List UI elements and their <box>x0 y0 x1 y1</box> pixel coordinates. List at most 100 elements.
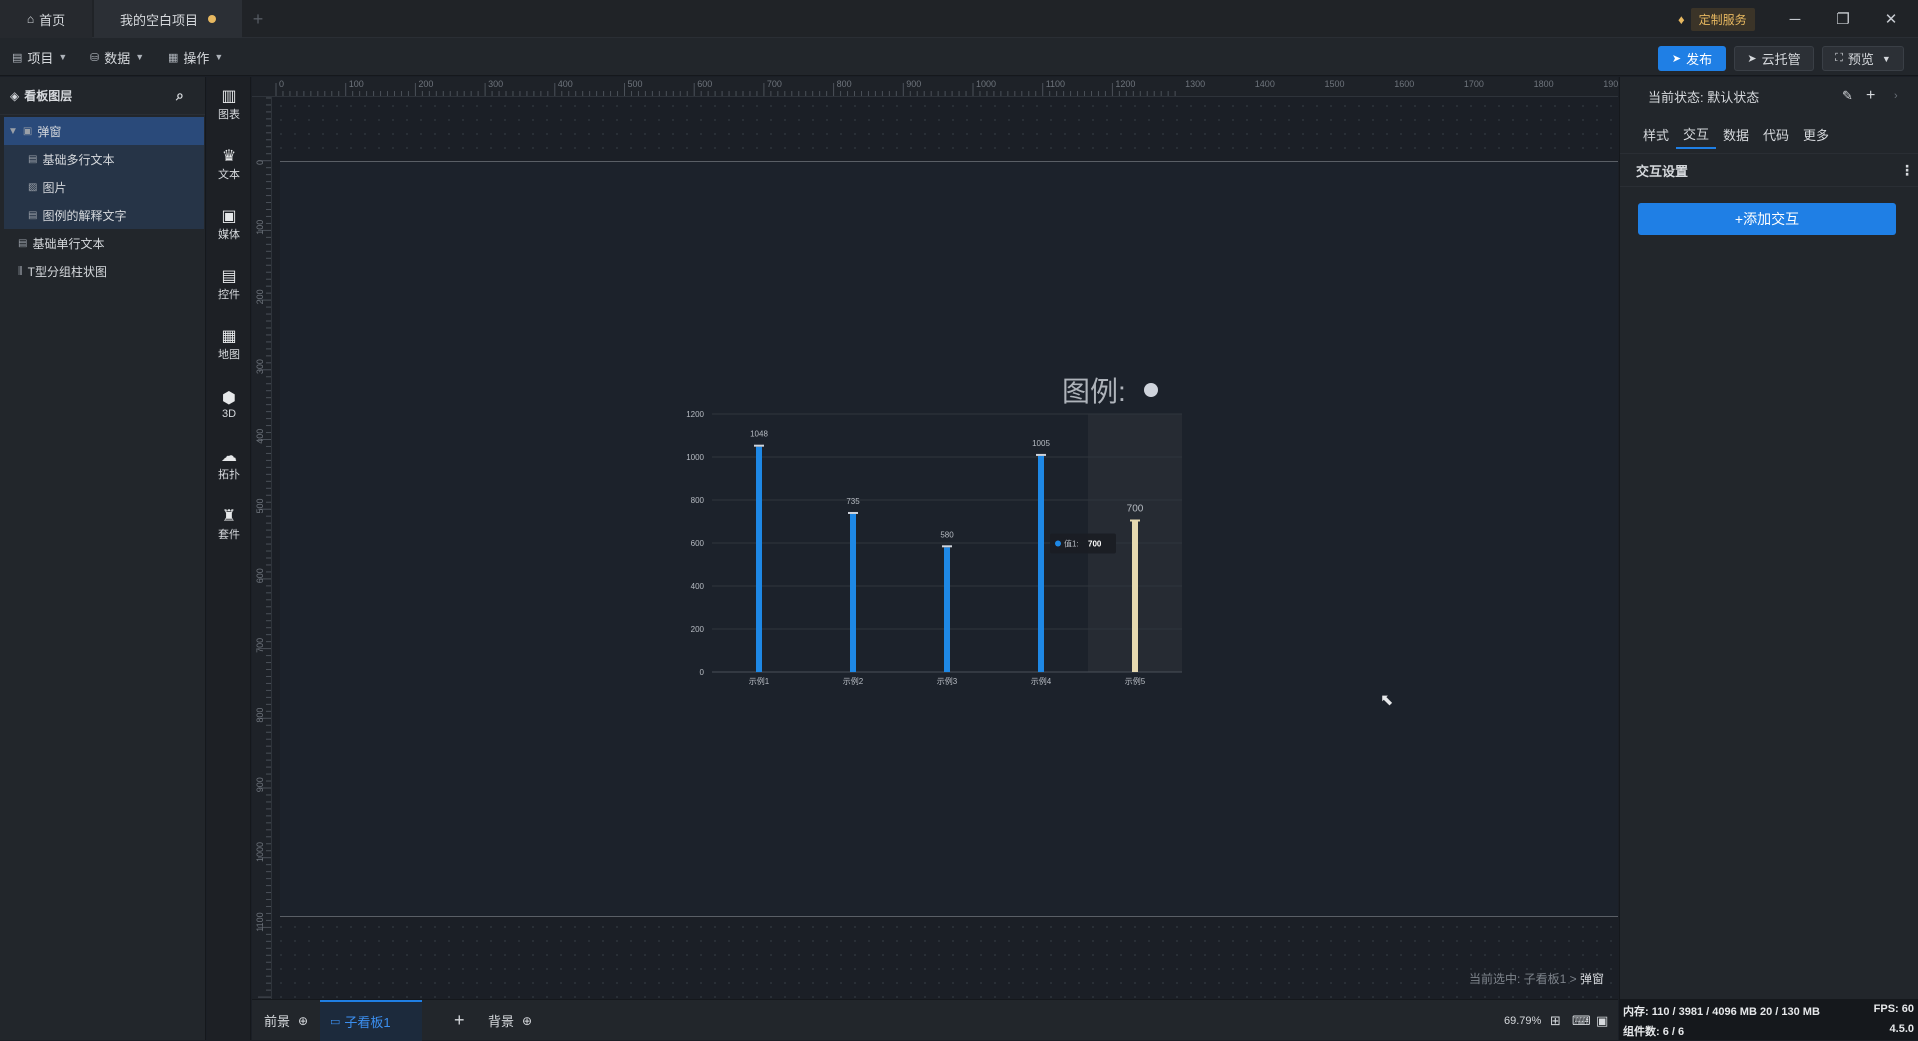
chevron-down-icon[interactable]: ▼ <box>1882 54 1891 64</box>
ruler-label: 0 <box>279 79 284 89</box>
tab-foreground[interactable]: 前景 ⊕ <box>264 1000 308 1041</box>
bar[interactable] <box>756 446 762 672</box>
layer-label: 基础单行文本 <box>32 236 105 251</box>
layer-item-image[interactable]: ▨ 图片 <box>4 173 204 201</box>
plus-icon[interactable]: + <box>1866 87 1875 105</box>
search-icon[interactable]: ⌕ <box>176 87 184 104</box>
layer-label: 弹窗 <box>37 124 62 139</box>
tab-home[interactable]: ⌂ 首页 <box>0 0 92 38</box>
cursor-icon: ⬉ <box>1380 692 1394 709</box>
vip-service[interactable]: ♦ 定制服务 <box>1678 7 1755 31</box>
topology-icon: ☁ <box>221 448 237 465</box>
tab-interaction[interactable]: 交互 <box>1676 119 1716 149</box>
rail-media[interactable]: ▣ 媒体 <box>207 201 251 249</box>
layer-item-single-text[interactable]: ▤ 基础单行文本 <box>4 229 204 257</box>
title-bar: ⌂ 首页 我的空白项目 + ♦ 定制服务 ─ ❐ ✕ <box>0 0 1918 38</box>
menu-data[interactable]: ⛁ 数据 ▼ <box>90 38 144 76</box>
tab-project[interactable]: 我的空白项目 <box>94 0 242 38</box>
keyboard-icon[interactable]: ⌨ <box>1572 1000 1591 1041</box>
tab-sub-board[interactable]: ▭ 子看板1 <box>320 1000 422 1041</box>
rail-3d[interactable]: ⬢ 3D <box>207 381 251 429</box>
edit-icon[interactable]: ✎ <box>1842 88 1853 104</box>
rail-widget[interactable]: ▤ 控件 <box>207 261 251 309</box>
rail-map[interactable]: ▦ 地图 <box>207 321 251 369</box>
map-icon: ▦ <box>221 328 237 345</box>
bar-chart[interactable]: 0 200 400 600 800 1000 1200 1048 示例1 735 示例2 580 示例3… <box>672 400 1212 700</box>
layers-icon: ◈ <box>10 88 20 103</box>
monitor-icon: ▭ <box>330 1016 341 1028</box>
bar-chart-icon: ⫼ <box>18 265 23 277</box>
rail-text[interactable]: ♛ 文本 <box>207 141 251 189</box>
preview-button[interactable]: ⛶ 预览 ▼ <box>1822 46 1904 71</box>
ruler-label: 600 <box>697 79 712 89</box>
close-button[interactable]: ✕ <box>1868 0 1914 38</box>
ruler-label: 1800 <box>1534 79 1554 89</box>
layer-item-t-bar-chart[interactable]: ⫼ T型分组柱状图 <box>4 257 204 285</box>
property-tabs: 样式 交互 数据 代码 更多 <box>1636 119 1836 149</box>
add-board-button[interactable]: + <box>454 1000 465 1041</box>
ruler-label: 100 <box>255 220 265 235</box>
ruler-label: 900 <box>255 777 265 792</box>
tab-code[interactable]: 代码 <box>1756 119 1796 149</box>
state-row: 当前状态: 默认状态 ✎ + › <box>1620 77 1918 115</box>
rail-topology[interactable]: ☁ 拓扑 <box>207 441 251 489</box>
data-label: 735 <box>846 497 860 506</box>
chevron-right-icon[interactable]: › <box>1894 90 1898 102</box>
caret-down-icon[interactable]: ▼ <box>8 126 18 137</box>
tab-background[interactable]: 背景 ⊕ <box>488 1000 532 1041</box>
x-tick-label: 示例5 <box>1125 676 1146 686</box>
publish-label: 发布 <box>1686 52 1713 67</box>
add-interaction-button[interactable]: +添加交互 <box>1638 203 1896 235</box>
ruler-label: 1000 <box>255 842 265 862</box>
ruler-label: 100 <box>349 79 364 89</box>
add-tab-button[interactable]: + <box>246 0 270 38</box>
widget-icon: ▤ <box>221 268 237 285</box>
zoom-level[interactable]: 69.79% <box>1504 1000 1541 1041</box>
menu-ops[interactable]: ▦ 操作 ▼ <box>168 38 223 76</box>
bar[interactable] <box>1038 455 1044 672</box>
publish-button[interactable]: ➤ 发布 <box>1658 46 1726 71</box>
properties-panel: 当前状态: 默认状态 ✎ + › 样式 交互 数据 代码 更多 交互设置 ⋮ +… <box>1619 77 1918 999</box>
bar[interactable] <box>1132 521 1138 673</box>
crown-icon: ♛ <box>221 148 237 165</box>
ruler-label: 800 <box>255 708 265 723</box>
component-count: 组件数: 6 / 6 <box>1623 1026 1685 1038</box>
tab-style[interactable]: 样式 <box>1636 119 1676 149</box>
chevron-down-icon: ▼ <box>135 52 145 62</box>
ruler-label: 500 <box>628 79 643 89</box>
add-circle-icon[interactable]: ⊕ <box>298 1014 308 1028</box>
bar-cap <box>942 545 952 548</box>
rail-label: 3D <box>221 408 237 420</box>
ruler-label: 1200 <box>1115 79 1135 89</box>
cloud-host-button[interactable]: ➤ 云托管 <box>1734 46 1814 71</box>
rail-kit[interactable]: ♜ 套件 <box>207 501 251 549</box>
terminal-icon[interactable]: ▣ <box>1596 1000 1608 1041</box>
ruler-label: 1500 <box>1325 79 1345 89</box>
image-layer-icon: ▨ <box>28 181 38 193</box>
component-rail: ▥ 图表 ♛ 文本 ▣ 媒体 ▤ 控件 ▦ 地图 ⬢ 3D ☁ 拓扑 ♜ 套件 <box>207 77 251 1040</box>
tooltip-dot <box>1055 540 1061 547</box>
fit-screen-icon[interactable]: ⊞ <box>1550 1000 1561 1041</box>
minimize-button[interactable]: ─ <box>1772 0 1818 38</box>
tab-data[interactable]: 数据 <box>1716 119 1756 149</box>
data-label: 1005 <box>1032 439 1050 448</box>
add-circle-icon[interactable]: ⊕ <box>522 1014 532 1028</box>
layer-item-popup[interactable]: ▼ ▣ 弹窗 <box>4 117 204 145</box>
ruler-label: 900 <box>906 79 921 89</box>
tab-more[interactable]: 更多 <box>1796 119 1836 149</box>
more-vertical-icon[interactable]: ⋮ <box>1900 162 1914 179</box>
bar[interactable] <box>944 547 950 672</box>
preview-label: 预览 <box>1847 52 1874 67</box>
rail-label: 拓扑 <box>218 469 240 481</box>
unsaved-dot <box>208 15 216 23</box>
layer-item-legend-text[interactable]: ▤ 图例的解释文字 <box>4 201 204 229</box>
home-icon: ⌂ <box>26 12 35 26</box>
rail-chart[interactable]: ▥ 图表 <box>207 81 251 129</box>
canvas-background <box>274 920 1618 999</box>
menu-project[interactable]: ▤ 项目 ▼ <box>12 38 67 76</box>
bar[interactable] <box>850 513 856 672</box>
ruler-label: 1700 <box>1464 79 1484 89</box>
kit-icon: ♜ <box>221 508 237 525</box>
layer-item-multiline-text[interactable]: ▤ 基础多行文本 <box>4 145 204 173</box>
restore-button[interactable]: ❐ <box>1820 0 1866 38</box>
